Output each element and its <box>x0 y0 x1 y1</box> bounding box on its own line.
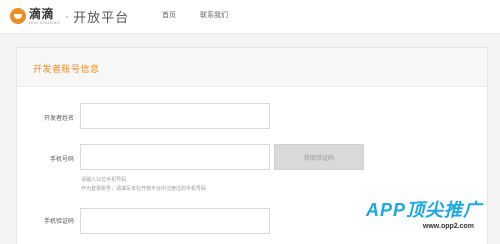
page: 滴滴 DIDI CHUXING · 开放平台 首页 联系我们 开发者账号信息 开… <box>0 0 500 244</box>
developer-name-label: 开发者姓名 <box>43 116 74 122</box>
nav-item-home[interactable]: 首页 <box>162 10 176 20</box>
main-nav: 首页 联系我们 <box>162 10 228 20</box>
section-title: 开发者账号信息 <box>33 64 100 74</box>
panel-header: 开发者账号信息 <box>17 48 487 87</box>
watermark: APP顶尖推广 www.opp2.com <box>352 196 492 240</box>
logo-brand-text: 滴滴 <box>29 6 55 21</box>
watermark-url: www.opp2.com <box>422 223 474 230</box>
phone-hint-line-1: 请输入11位手机号码 <box>81 177 127 183</box>
didi-logo-icon <box>10 8 26 24</box>
verification-code-input[interactable] <box>80 208 270 234</box>
platform-title: 开放平台 <box>73 9 130 25</box>
top-navigation-bar: 滴滴 DIDI CHUXING · 开放平台 首页 联系我们 <box>0 0 500 34</box>
phone-label: 手机号码 <box>49 157 74 163</box>
nav-item-contact-us[interactable]: 联系我们 <box>200 10 228 20</box>
didi-logo[interactable]: 滴滴 DIDI CHUXING · 开放平台 <box>10 6 129 26</box>
logo-brand-block: 滴滴 DIDI CHUXING <box>29 8 60 25</box>
logo-separator: · <box>65 9 70 23</box>
verification-code-label: 手机验证码 <box>43 219 74 225</box>
logo-brand-subtext: DIDI CHUXING <box>29 19 61 25</box>
phone-input[interactable] <box>80 144 270 170</box>
watermark-text: APP顶尖推广 <box>365 200 482 220</box>
phone-hint-line-2: 作为登录账号，请填写未在开放平台中注册过的手机号码 <box>81 186 207 192</box>
developer-name-input[interactable] <box>80 103 270 129</box>
get-verification-code-button[interactable]: 获取验证码 <box>274 144 364 170</box>
